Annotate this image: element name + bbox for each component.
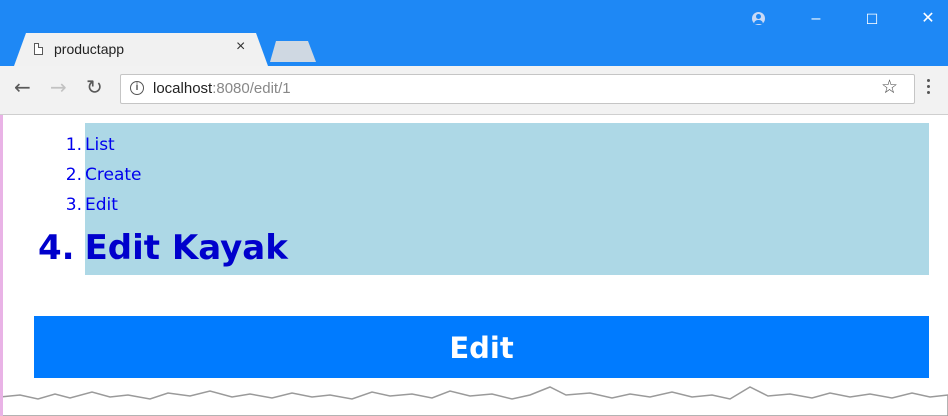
nav-link-create[interactable]: Create <box>85 165 142 185</box>
new-tab-button[interactable] <box>270 41 316 62</box>
star-icon[interactable]: ☆ <box>881 76 898 98</box>
url-text[interactable]: localhost:8080/edit/1 <box>153 80 291 97</box>
reload-icon[interactable]: ↻ <box>86 75 103 99</box>
tab-title: productapp <box>54 41 125 57</box>
nav-item-number: 1. <box>65 135 82 155</box>
tab-close-icon[interactable]: × <box>236 38 245 56</box>
browser-tab[interactable]: productapp × <box>14 33 268 66</box>
torn-edge-decoration <box>0 386 948 416</box>
active-nav-number: 4. <box>38 228 75 268</box>
active-nav-label[interactable]: Edit Kayak <box>85 228 288 268</box>
minimize-button[interactable]: – <box>796 6 836 32</box>
close-window-button[interactable]: ✕ <box>908 6 948 32</box>
back-icon[interactable]: ← <box>14 75 31 99</box>
nav-item-number: 2. <box>65 165 82 185</box>
maximize-button[interactable]: ☐ <box>852 6 892 32</box>
nav-link-edit[interactable]: Edit <box>85 195 118 215</box>
profile-icon[interactable] <box>752 12 765 25</box>
url-path: :8080/edit/1 <box>212 80 291 97</box>
left-edge-border <box>0 115 3 416</box>
forward-icon[interactable]: → <box>50 75 67 99</box>
nav-item-number: 3. <box>65 195 82 215</box>
menu-icon[interactable] <box>927 79 930 95</box>
nav-link-list[interactable]: List <box>85 135 115 155</box>
active-nav-item[interactable]: 4. Edit Kayak <box>38 228 288 268</box>
browser-titlebar: productapp × – ☐ ✕ <box>0 0 948 66</box>
edit-button[interactable]: Edit <box>34 316 929 378</box>
browser-toolbar: ← → ↻ i localhost:8080/edit/1 ☆ <box>0 66 948 115</box>
address-bar[interactable]: i localhost:8080/edit/1 <box>120 74 915 104</box>
page-viewport: 1. List 2. Create 3. Edit 4. Edit Kayak E… <box>0 115 948 416</box>
info-icon[interactable]: i <box>130 81 144 95</box>
page-icon <box>34 43 43 55</box>
url-host: localhost <box>153 80 213 97</box>
